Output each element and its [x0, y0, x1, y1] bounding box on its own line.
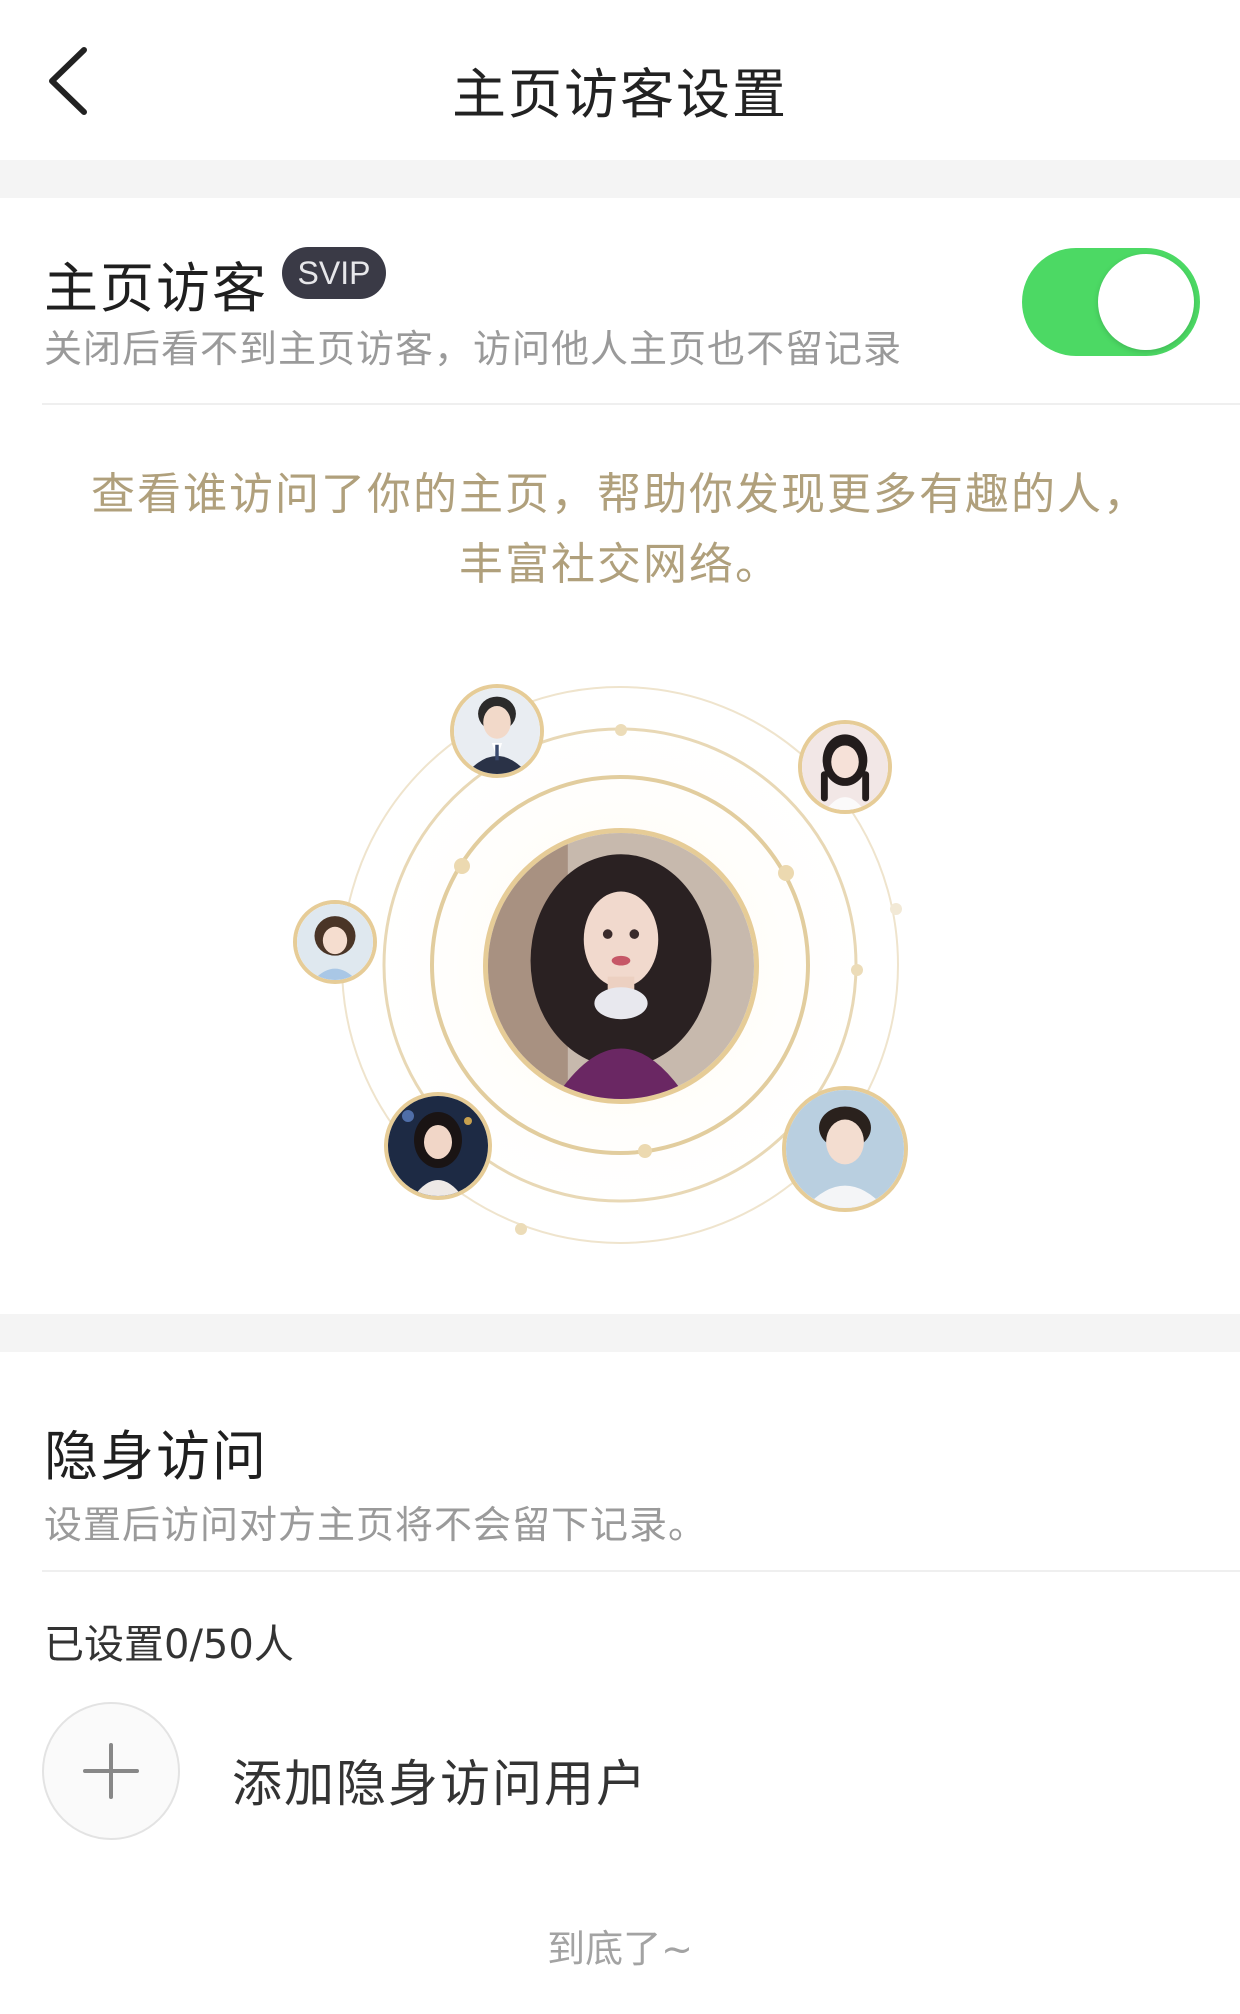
section-gap	[0, 160, 1240, 198]
center-avatar	[483, 828, 759, 1104]
visitor-orbit-illustration	[0, 660, 1240, 1260]
plus-icon	[83, 1743, 139, 1799]
user-portrait-icon	[488, 833, 754, 1099]
stealth-visit-description: 设置后访问对方主页将不会留下记录。	[44, 1503, 708, 1547]
section-gap	[0, 1314, 1240, 1352]
visitor-avatar	[384, 1092, 492, 1200]
user-portrait-icon	[388, 1096, 488, 1196]
visitor-setting-title: 主页访客	[44, 257, 268, 320]
divider	[42, 1570, 1240, 1572]
user-portrait-icon	[297, 904, 373, 980]
promo-line-1: 查看谁访问了你的主页，帮助你发现更多有趣的人，	[91, 469, 1149, 520]
nav-header: 主页访客设置	[0, 0, 1240, 160]
visitor-avatar	[450, 684, 544, 778]
visitor-avatar	[798, 720, 892, 814]
stealth-count: 已设置0/50人	[44, 1622, 294, 1668]
page-title: 主页访客设置	[452, 63, 788, 126]
divider	[42, 403, 1240, 405]
stealth-visit-title: 隐身访问	[44, 1425, 268, 1488]
user-portrait-icon	[454, 688, 540, 774]
add-user-circle[interactable]	[42, 1702, 180, 1840]
user-portrait-icon	[786, 1090, 904, 1208]
promo-line-2: 丰富社交网络。	[459, 539, 781, 590]
visitor-setting-row: 主页访客 SVIP 关闭后看不到主页访客，访问他人主页也不留记录	[0, 198, 1240, 404]
svip-badge: SVIP	[282, 247, 386, 299]
visitor-avatar	[293, 900, 377, 984]
promo-text: 查看谁访问了你的主页，帮助你发现更多有趣的人， 丰富社交网络。	[0, 460, 1240, 600]
end-of-list-text: 到底了~	[547, 1927, 693, 1971]
visitor-toggle[interactable]	[1022, 248, 1200, 356]
add-stealth-user-label: 添加隐身访问用户	[232, 1755, 648, 1813]
visitor-setting-description: 关闭后看不到主页访客，访问他人主页也不留记录	[44, 327, 903, 371]
toggle-knob	[1098, 254, 1194, 350]
visitor-avatar	[782, 1086, 908, 1212]
add-stealth-user-button[interactable]: 添加隐身访问用户	[42, 1702, 1198, 1842]
user-portrait-icon	[802, 724, 888, 810]
